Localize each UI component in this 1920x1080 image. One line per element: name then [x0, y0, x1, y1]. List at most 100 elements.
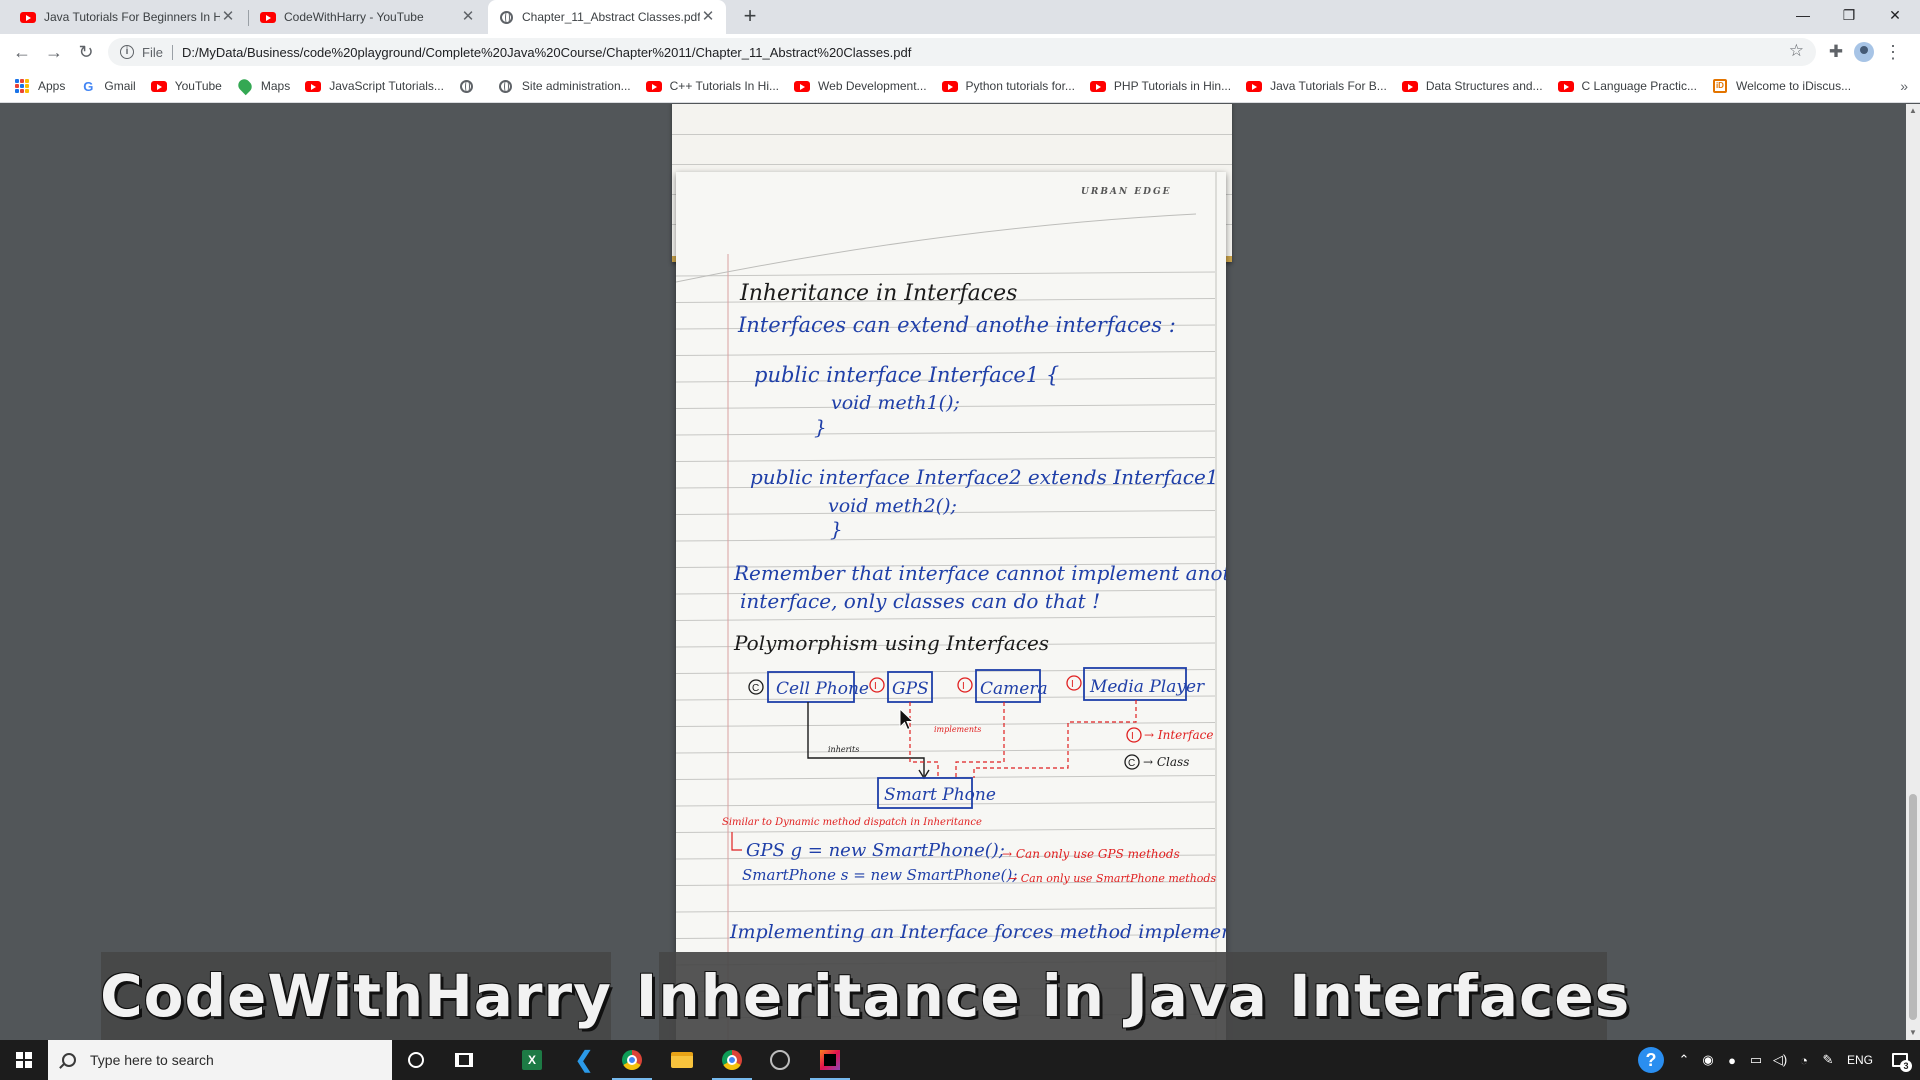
extensions-puzzle-icon[interactable]: ✚: [1824, 40, 1848, 64]
wifi-icon[interactable]: ◔: [1792, 1040, 1816, 1080]
info-icon[interactable]: i: [120, 45, 134, 59]
pen-icon[interactable]: ✎: [1816, 1040, 1840, 1080]
notification-center-button[interactable]: 3: [1880, 1040, 1920, 1080]
interface-marker-camera: [957, 677, 973, 693]
back-button[interactable]: ←: [8, 38, 36, 66]
minimize-button[interactable]: —: [1780, 0, 1826, 30]
maps-icon: [235, 76, 255, 96]
tab-pdf[interactable]: Chapter_11_Abstract Classes.pdf ✕: [488, 0, 726, 34]
language-indicator[interactable]: ENG: [1840, 1053, 1880, 1067]
bookmark-idiscuss[interactable]: iD Welcome to iDiscus...: [1712, 78, 1851, 94]
bookmarks-overflow-button[interactable]: »: [1900, 78, 1908, 94]
battery-icon[interactable]: ▭: [1744, 1040, 1768, 1080]
bookmark-youtube[interactable]: YouTube: [150, 78, 222, 94]
bookmark-java-tutorials[interactable]: Java Tutorials For B...: [1246, 78, 1387, 94]
tab-strip: Java Tutorials For Beginners In Hi ✕ Cod…: [0, 0, 1920, 34]
volume-icon[interactable]: ◁): [1768, 1040, 1792, 1080]
taskbar-app-obs[interactable]: [756, 1040, 804, 1080]
bookmark-label: Site administration...: [521, 79, 631, 93]
scroll-up-arrow-icon[interactable]: ▲: [1906, 104, 1920, 118]
restore-button[interactable]: ❐: [1826, 0, 1872, 30]
bookmark-label: Java Tutorials For B...: [1270, 79, 1387, 93]
reload-button[interactable]: ↻: [72, 38, 100, 66]
bookmark-gmail[interactable]: G Gmail: [80, 78, 135, 94]
close-icon[interactable]: ✕: [460, 9, 476, 25]
help-icon[interactable]: ?: [1638, 1047, 1664, 1073]
class-marker-letter: C: [752, 683, 759, 694]
bookmark-c-language[interactable]: C Language Practic...: [1557, 78, 1697, 94]
obs-icon: [770, 1050, 790, 1070]
code3-note1: → Can only use GPS methods: [1002, 847, 1180, 861]
bookmark-python-tutorials[interactable]: Python tutorials for...: [941, 78, 1075, 94]
pdf-scrollbar[interactable]: ▲ ▼: [1906, 104, 1920, 1040]
code2-line1: public interface Interface2 extends Inte…: [750, 465, 1226, 489]
bookmark-star-icon[interactable]: ☆: [1789, 41, 1804, 61]
channel-banner: CodeWithHarry: [100, 952, 611, 1040]
scrollbar-thumb[interactable]: [1909, 794, 1917, 1020]
close-window-button[interactable]: ✕: [1872, 0, 1918, 30]
legend-interface-marker: [1126, 727, 1142, 743]
cortana-icon: [408, 1052, 424, 1068]
taskbar-app-file-explorer[interactable]: [658, 1040, 706, 1080]
forward-button[interactable]: →: [40, 38, 68, 66]
scroll-down-arrow-icon[interactable]: ▼: [1906, 1026, 1920, 1040]
code3-line2: SmartPhone s = new SmartPhone();: [742, 866, 1017, 884]
bookmark-site-administration[interactable]: Site administration...: [498, 78, 631, 94]
taskbar-app-vscode[interactable]: ❮: [560, 1040, 608, 1080]
menu-kebab-icon[interactable]: ⋮: [1884, 40, 1902, 64]
bookmark-maps[interactable]: Maps: [235, 76, 290, 96]
tray-app-icon[interactable]: ◉: [1696, 1040, 1720, 1080]
cortana-button[interactable]: [392, 1040, 440, 1080]
bookmark-apps[interactable]: Apps: [14, 78, 65, 94]
microphone-icon[interactable]: ●: [1720, 1040, 1744, 1080]
bookmark-cpp-tutorials[interactable]: C++ Tutorials In Hi...: [645, 78, 780, 94]
taskbar-app-jetbrains[interactable]: [806, 1040, 854, 1080]
taskbar-app-excel[interactable]: X: [508, 1040, 556, 1080]
taskbar-search-box[interactable]: Type here to search: [48, 1040, 392, 1080]
youtube-icon: [1401, 78, 1418, 94]
youtube-icon: [941, 78, 958, 94]
bookmark-label: C++ Tutorials In Hi...: [669, 79, 780, 93]
close-icon[interactable]: ✕: [220, 9, 236, 25]
profile-avatar[interactable]: [1854, 42, 1874, 62]
youtube-icon: [1246, 78, 1263, 94]
bookmark-php-tutorials[interactable]: PHP Tutorials in Hin...: [1089, 78, 1231, 94]
url-text[interactable]: D:/MyData/Business/code%20playground/Com…: [182, 45, 911, 60]
tab-divider: [248, 10, 249, 26]
tab-codewithharry[interactable]: CodeWithHarry - YouTube ✕: [250, 0, 486, 34]
taskbar-app-chrome-2[interactable]: [708, 1040, 756, 1080]
remember-line2: interface, only classes can do that !: [740, 589, 1100, 613]
address-bar[interactable]: i File D:/MyData/Business/code%20playgro…: [108, 38, 1816, 66]
interface-diagram: C Cell Phone I GPS I Camera I Media Play…: [748, 667, 1213, 809]
google-icon: G: [83, 78, 94, 94]
taskbar-app-chrome[interactable]: [608, 1040, 656, 1080]
ruled-line: [676, 536, 1217, 542]
ruled-line: [676, 430, 1217, 436]
task-view-button[interactable]: [440, 1040, 488, 1080]
new-tab-button[interactable]: +: [738, 5, 762, 29]
ruled-line: [676, 351, 1217, 356]
file-explorer-icon: [671, 1052, 693, 1068]
chevron-up-icon[interactable]: ⌃: [1672, 1040, 1696, 1080]
interface-marker-media-player: [1066, 675, 1082, 691]
notification-badge: 3: [1900, 1060, 1912, 1072]
bookmark-globe[interactable]: [459, 78, 483, 94]
interface-marker-letter: I: [1071, 679, 1074, 690]
search-placeholder: Type here to search: [90, 1052, 214, 1068]
pdf-viewer[interactable]: URBAN EDGE Inheritance in Interfaces Int…: [0, 104, 1920, 1040]
bookmark-web-development[interactable]: Web Development...: [794, 78, 927, 94]
bookmark-label: Web Development...: [818, 79, 927, 93]
start-button[interactable]: [0, 1040, 48, 1080]
dispatch-note: Similar to Dynamic method dispatch in In…: [722, 817, 982, 828]
youtube-icon: [645, 78, 662, 94]
close-icon[interactable]: ✕: [700, 9, 716, 25]
bookmark-javascript-tutorials[interactable]: JavaScript Tutorials...: [305, 78, 444, 94]
bookmark-label: JavaScript Tutorials...: [329, 79, 444, 93]
tab-java-tutorials[interactable]: Java Tutorials For Beginners In Hi ✕: [10, 0, 246, 34]
ruled-line: [676, 271, 1217, 277]
globe-icon: [498, 9, 514, 25]
bookmark-data-structures[interactable]: Data Structures and...: [1401, 78, 1543, 94]
box-label: Media Player: [1089, 677, 1205, 697]
youtube-icon: [260, 9, 276, 25]
globe-icon: [459, 78, 475, 94]
